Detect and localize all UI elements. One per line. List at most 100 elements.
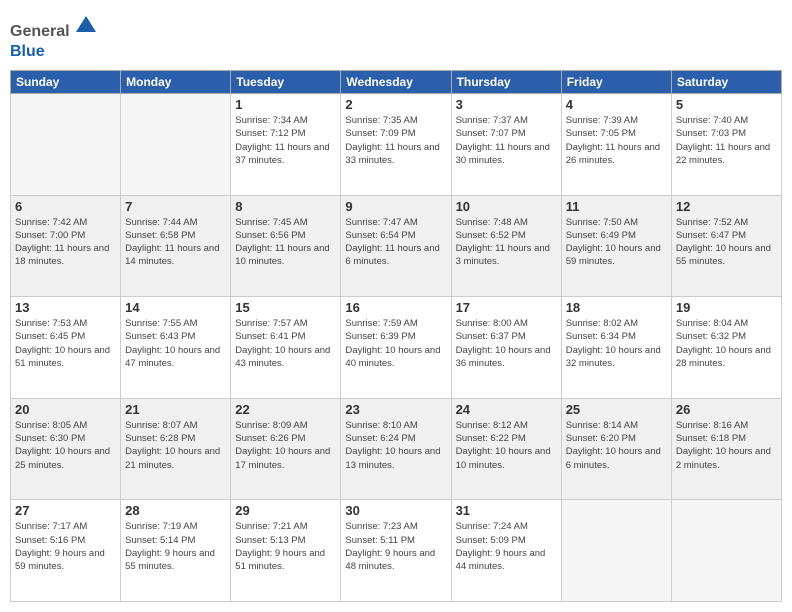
table-row: 26 Sunrise: 8:16 AMSunset: 6:18 PMDaylig… [671, 398, 781, 500]
day-number: 2 [345, 97, 446, 112]
day-number: 21 [125, 402, 226, 417]
day-number: 16 [345, 300, 446, 315]
day-number: 5 [676, 97, 777, 112]
day-info: Sunrise: 7:17 AMSunset: 5:16 PMDaylight:… [15, 520, 116, 573]
col-tuesday: Tuesday [231, 71, 341, 94]
day-info: Sunrise: 8:09 AMSunset: 6:26 PMDaylight:… [235, 419, 336, 472]
table-row: 29 Sunrise: 7:21 AMSunset: 5:13 PMDaylig… [231, 500, 341, 602]
col-sunday: Sunday [11, 71, 121, 94]
table-row: 17 Sunrise: 8:00 AMSunset: 6:37 PMDaylig… [451, 297, 561, 399]
day-number: 13 [15, 300, 116, 315]
svg-text:Blue: Blue [10, 43, 45, 60]
table-row: 11 Sunrise: 7:50 AMSunset: 6:49 PMDaylig… [561, 195, 671, 297]
calendar-week-row: 1 Sunrise: 7:34 AMSunset: 7:12 PMDayligh… [11, 94, 782, 196]
day-number: 7 [125, 199, 226, 214]
table-row: 13 Sunrise: 7:53 AMSunset: 6:45 PMDaylig… [11, 297, 121, 399]
day-info: Sunrise: 7:53 AMSunset: 6:45 PMDaylight:… [15, 317, 116, 370]
day-number: 22 [235, 402, 336, 417]
col-saturday: Saturday [671, 71, 781, 94]
table-row: 2 Sunrise: 7:35 AMSunset: 7:09 PMDayligh… [341, 94, 451, 196]
day-info: Sunrise: 7:47 AMSunset: 6:54 PMDaylight:… [345, 216, 446, 269]
table-row [121, 94, 231, 196]
day-info: Sunrise: 8:04 AMSunset: 6:32 PMDaylight:… [676, 317, 777, 370]
table-row: 15 Sunrise: 7:57 AMSunset: 6:41 PMDaylig… [231, 297, 341, 399]
table-row: 16 Sunrise: 7:59 AMSunset: 6:39 PMDaylig… [341, 297, 451, 399]
day-number: 6 [15, 199, 116, 214]
day-info: Sunrise: 8:07 AMSunset: 6:28 PMDaylight:… [125, 419, 226, 472]
day-number: 23 [345, 402, 446, 417]
calendar-week-row: 20 Sunrise: 8:05 AMSunset: 6:30 PMDaylig… [11, 398, 782, 500]
day-info: Sunrise: 7:48 AMSunset: 6:52 PMDaylight:… [456, 216, 557, 269]
table-row: 31 Sunrise: 7:24 AMSunset: 5:09 PMDaylig… [451, 500, 561, 602]
day-number: 29 [235, 503, 336, 518]
table-row: 18 Sunrise: 8:02 AMSunset: 6:34 PMDaylig… [561, 297, 671, 399]
calendar-week-row: 6 Sunrise: 7:42 AMSunset: 7:00 PMDayligh… [11, 195, 782, 297]
table-row: 20 Sunrise: 8:05 AMSunset: 6:30 PMDaylig… [11, 398, 121, 500]
col-wednesday: Wednesday [341, 71, 451, 94]
day-number: 14 [125, 300, 226, 315]
day-number: 3 [456, 97, 557, 112]
day-info: Sunrise: 8:16 AMSunset: 6:18 PMDaylight:… [676, 419, 777, 472]
day-info: Sunrise: 8:02 AMSunset: 6:34 PMDaylight:… [566, 317, 667, 370]
day-info: Sunrise: 7:35 AMSunset: 7:09 PMDaylight:… [345, 114, 446, 167]
day-number: 20 [15, 402, 116, 417]
table-row: 22 Sunrise: 8:09 AMSunset: 6:26 PMDaylig… [231, 398, 341, 500]
day-number: 18 [566, 300, 667, 315]
table-row: 4 Sunrise: 7:39 AMSunset: 7:05 PMDayligh… [561, 94, 671, 196]
calendar-header-row: Sunday Monday Tuesday Wednesday Thursday… [11, 71, 782, 94]
table-row: 5 Sunrise: 7:40 AMSunset: 7:03 PMDayligh… [671, 94, 781, 196]
day-number: 24 [456, 402, 557, 417]
col-monday: Monday [121, 71, 231, 94]
day-info: Sunrise: 7:52 AMSunset: 6:47 PMDaylight:… [676, 216, 777, 269]
calendar-table: Sunday Monday Tuesday Wednesday Thursday… [10, 70, 782, 602]
day-info: Sunrise: 7:21 AMSunset: 5:13 PMDaylight:… [235, 520, 336, 573]
calendar-week-row: 13 Sunrise: 7:53 AMSunset: 6:45 PMDaylig… [11, 297, 782, 399]
day-number: 10 [456, 199, 557, 214]
table-row: 28 Sunrise: 7:19 AMSunset: 5:14 PMDaylig… [121, 500, 231, 602]
day-info: Sunrise: 7:24 AMSunset: 5:09 PMDaylight:… [456, 520, 557, 573]
day-number: 4 [566, 97, 667, 112]
day-info: Sunrise: 7:39 AMSunset: 7:05 PMDaylight:… [566, 114, 667, 167]
col-friday: Friday [561, 71, 671, 94]
header: General Blue [10, 10, 782, 62]
table-row: 19 Sunrise: 8:04 AMSunset: 6:32 PMDaylig… [671, 297, 781, 399]
table-row: 1 Sunrise: 7:34 AMSunset: 7:12 PMDayligh… [231, 94, 341, 196]
day-info: Sunrise: 7:37 AMSunset: 7:07 PMDaylight:… [456, 114, 557, 167]
day-number: 9 [345, 199, 446, 214]
day-info: Sunrise: 7:44 AMSunset: 6:58 PMDaylight:… [125, 216, 226, 269]
day-info: Sunrise: 8:14 AMSunset: 6:20 PMDaylight:… [566, 419, 667, 472]
day-number: 25 [566, 402, 667, 417]
day-number: 8 [235, 199, 336, 214]
table-row: 25 Sunrise: 8:14 AMSunset: 6:20 PMDaylig… [561, 398, 671, 500]
day-number: 11 [566, 199, 667, 214]
day-info: Sunrise: 8:05 AMSunset: 6:30 PMDaylight:… [15, 419, 116, 472]
table-row: 21 Sunrise: 8:07 AMSunset: 6:28 PMDaylig… [121, 398, 231, 500]
day-number: 26 [676, 402, 777, 417]
table-row: 14 Sunrise: 7:55 AMSunset: 6:43 PMDaylig… [121, 297, 231, 399]
day-number: 17 [456, 300, 557, 315]
day-info: Sunrise: 7:57 AMSunset: 6:41 PMDaylight:… [235, 317, 336, 370]
day-info: Sunrise: 8:00 AMSunset: 6:37 PMDaylight:… [456, 317, 557, 370]
day-info: Sunrise: 7:59 AMSunset: 6:39 PMDaylight:… [345, 317, 446, 370]
logo: General Blue [10, 14, 100, 62]
table-row: 9 Sunrise: 7:47 AMSunset: 6:54 PMDayligh… [341, 195, 451, 297]
table-row: 27 Sunrise: 7:17 AMSunset: 5:16 PMDaylig… [11, 500, 121, 602]
table-row [561, 500, 671, 602]
day-info: Sunrise: 7:40 AMSunset: 7:03 PMDaylight:… [676, 114, 777, 167]
day-info: Sunrise: 8:10 AMSunset: 6:24 PMDaylight:… [345, 419, 446, 472]
day-number: 19 [676, 300, 777, 315]
day-info: Sunrise: 8:12 AMSunset: 6:22 PMDaylight:… [456, 419, 557, 472]
table-row: 6 Sunrise: 7:42 AMSunset: 7:00 PMDayligh… [11, 195, 121, 297]
table-row: 10 Sunrise: 7:48 AMSunset: 6:52 PMDaylig… [451, 195, 561, 297]
day-info: Sunrise: 7:55 AMSunset: 6:43 PMDaylight:… [125, 317, 226, 370]
day-info: Sunrise: 7:50 AMSunset: 6:49 PMDaylight:… [566, 216, 667, 269]
day-info: Sunrise: 7:42 AMSunset: 7:00 PMDaylight:… [15, 216, 116, 269]
day-info: Sunrise: 7:45 AMSunset: 6:56 PMDaylight:… [235, 216, 336, 269]
table-row: 7 Sunrise: 7:44 AMSunset: 6:58 PMDayligh… [121, 195, 231, 297]
table-row [11, 94, 121, 196]
table-row: 8 Sunrise: 7:45 AMSunset: 6:56 PMDayligh… [231, 195, 341, 297]
day-number: 15 [235, 300, 336, 315]
day-number: 30 [345, 503, 446, 518]
day-number: 28 [125, 503, 226, 518]
page: General Blue Sunday Monday Tuesday Wedne… [0, 0, 792, 612]
